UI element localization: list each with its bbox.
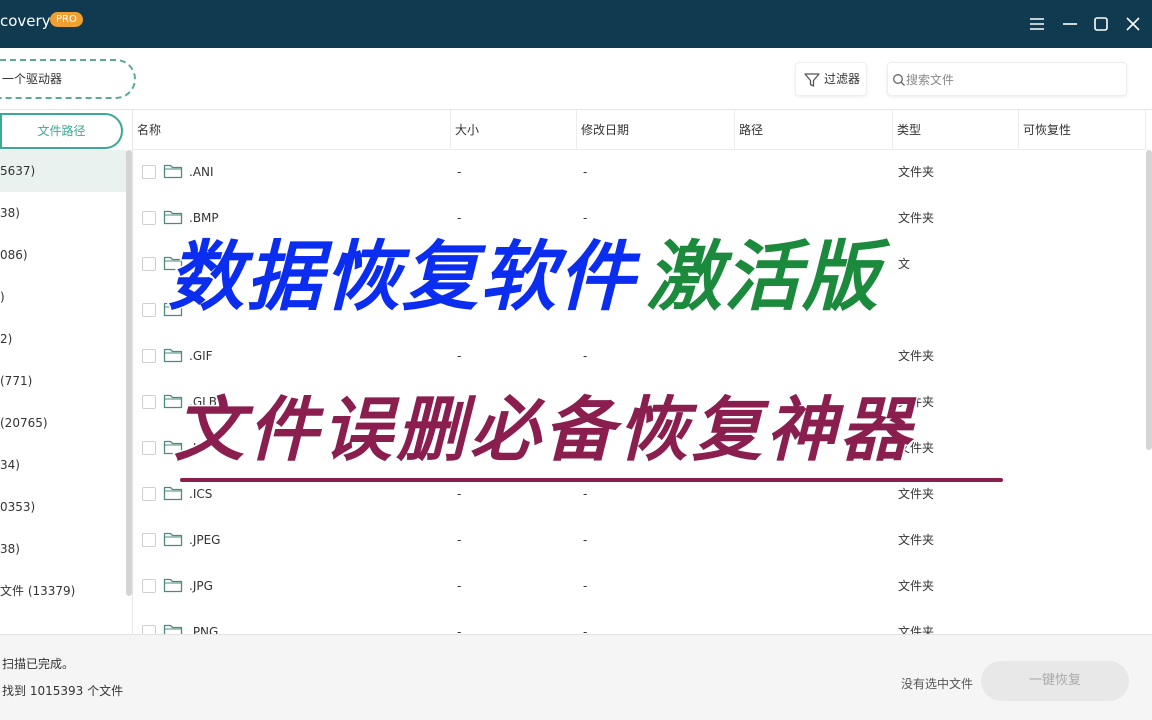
recover-button[interactable]: 一键恢复 xyxy=(981,661,1129,701)
cell-size: - xyxy=(457,625,462,634)
table-scrollbar[interactable] xyxy=(1146,150,1152,450)
drive-selector[interactable]: 一个驱动器 xyxy=(0,59,136,99)
cell-type: 文 xyxy=(898,257,911,271)
sidebar-item[interactable]: 086) xyxy=(0,234,126,276)
sidebar-item[interactable]: (20765) xyxy=(0,402,126,444)
file-name: .JPG xyxy=(189,579,213,593)
table-row[interactable]: .JPEG - - 文件夹 xyxy=(133,518,1146,564)
promo-subheadline: 文件误删必备恢复神器 xyxy=(173,388,914,473)
row-checkbox[interactable] xyxy=(142,487,156,501)
cell-size: - xyxy=(457,349,462,363)
folder-icon xyxy=(163,164,183,179)
column-header-recoverability[interactable]: 可恢复性 xyxy=(1019,110,1146,150)
minimize-icon[interactable] xyxy=(1060,14,1080,34)
row-checkbox[interactable] xyxy=(142,579,156,593)
cell-type: 文件夹 xyxy=(898,211,935,225)
sidebar-scrollbar[interactable] xyxy=(126,150,132,596)
menu-icon[interactable] xyxy=(1027,14,1047,34)
row-checkbox[interactable] xyxy=(142,349,156,363)
sidebar-item[interactable]: 38) xyxy=(0,528,126,570)
column-header-path[interactable]: 路径 xyxy=(735,110,893,150)
search-input[interactable] xyxy=(906,69,1116,91)
folder-icon xyxy=(163,578,183,593)
sidebar-item[interactable]: 2) xyxy=(0,318,126,360)
cell-date: - xyxy=(583,579,588,593)
found-count: 找到 1015393 个文件 xyxy=(2,684,124,698)
status-bar: 扫描已完成。 找到 1015393 个文件 没有选中文件 一键恢复 xyxy=(0,634,1152,720)
row-checkbox[interactable] xyxy=(142,395,156,409)
table-row[interactable]: .PNG - - 文件夹 xyxy=(133,610,1146,634)
folder-icon xyxy=(163,624,183,634)
sidebar-item[interactable]: 0353) xyxy=(0,486,126,528)
column-header-type[interactable]: 类型 xyxy=(893,110,1019,150)
scan-status: 扫描已完成。 xyxy=(2,657,75,671)
cell-date: - xyxy=(583,625,588,634)
cell-date: - xyxy=(583,533,588,547)
folder-icon xyxy=(163,532,183,547)
search-box[interactable] xyxy=(887,62,1127,96)
row-checkbox[interactable] xyxy=(142,625,156,634)
promo-underline xyxy=(180,478,1003,482)
cell-type: 文件夹 xyxy=(898,533,935,547)
table-header: 名称 大小 修改日期 路径 类型 可恢复性 xyxy=(133,110,1146,150)
sidebar-item[interactable]: ) xyxy=(0,276,126,318)
column-header-date[interactable]: 修改日期 xyxy=(577,110,735,150)
folder-icon xyxy=(163,486,183,501)
cell-type: 文件夹 xyxy=(898,625,935,634)
file-name: .PNG xyxy=(189,625,219,634)
promo-headline-blue: 数据恢复软件 xyxy=(167,231,636,323)
cell-size: - xyxy=(457,165,462,179)
search-icon xyxy=(893,74,905,86)
filter-label: 过滤器 xyxy=(824,72,861,86)
toolbar: 一个驱动器 过滤器 xyxy=(0,48,1152,110)
row-checkbox[interactable] xyxy=(142,441,156,455)
close-icon[interactable] xyxy=(1123,14,1143,34)
maximize-icon[interactable] xyxy=(1091,14,1111,34)
sidebar: 文件路径 5637) 38) 086) ) 2) (771) (20765) 3… xyxy=(0,110,133,634)
file-name: .ANI xyxy=(189,165,214,179)
promo-headline: 数据恢复软件 激活版 xyxy=(167,222,880,332)
sidebar-item[interactable]: 文件 (13379) xyxy=(0,570,126,612)
table-row[interactable]: .JPG - - 文件夹 xyxy=(133,564,1146,610)
filter-button[interactable]: 过滤器 xyxy=(795,62,867,96)
cell-type: 文件夹 xyxy=(898,579,935,593)
column-header-name[interactable]: 名称 xyxy=(133,110,451,150)
table-row[interactable]: .GIF - - 文件夹 xyxy=(133,334,1146,380)
promo-headline-green: 激活版 xyxy=(645,231,880,323)
folder-icon xyxy=(163,348,183,363)
row-checkbox[interactable] xyxy=(142,533,156,547)
tab-file-path[interactable]: 文件路径 xyxy=(0,113,123,149)
row-checkbox[interactable] xyxy=(142,257,156,271)
filter-icon xyxy=(804,73,820,87)
cell-type: 文件夹 xyxy=(898,349,935,363)
row-checkbox[interactable] xyxy=(142,165,156,179)
cell-date: - xyxy=(583,349,588,363)
cell-size: - xyxy=(457,533,462,547)
table-row[interactable]: .ANI - - 文件夹 xyxy=(133,150,1146,196)
file-name: .GIF xyxy=(189,349,213,363)
cell-size: - xyxy=(457,579,462,593)
sidebar-item[interactable]: 34) xyxy=(0,444,126,486)
selection-status: 没有选中文件 xyxy=(901,677,974,691)
pro-badge: PRO xyxy=(50,12,83,27)
sidebar-item[interactable]: 38) xyxy=(0,192,126,234)
file-name: .JPEG xyxy=(189,533,221,547)
cell-type: 文件夹 xyxy=(898,165,935,179)
column-header-size[interactable]: 大小 xyxy=(451,110,577,150)
row-checkbox[interactable] xyxy=(142,303,156,317)
app-title: covery xyxy=(0,12,51,30)
row-checkbox[interactable] xyxy=(142,211,156,225)
sidebar-list: 5637) 38) 086) ) 2) (771) (20765) 34) 03… xyxy=(0,150,126,612)
sidebar-item[interactable]: 5637) xyxy=(0,150,126,192)
sidebar-item[interactable]: (771) xyxy=(0,360,126,402)
title-bar: covery PRO xyxy=(0,0,1152,48)
cell-date: - xyxy=(583,165,588,179)
